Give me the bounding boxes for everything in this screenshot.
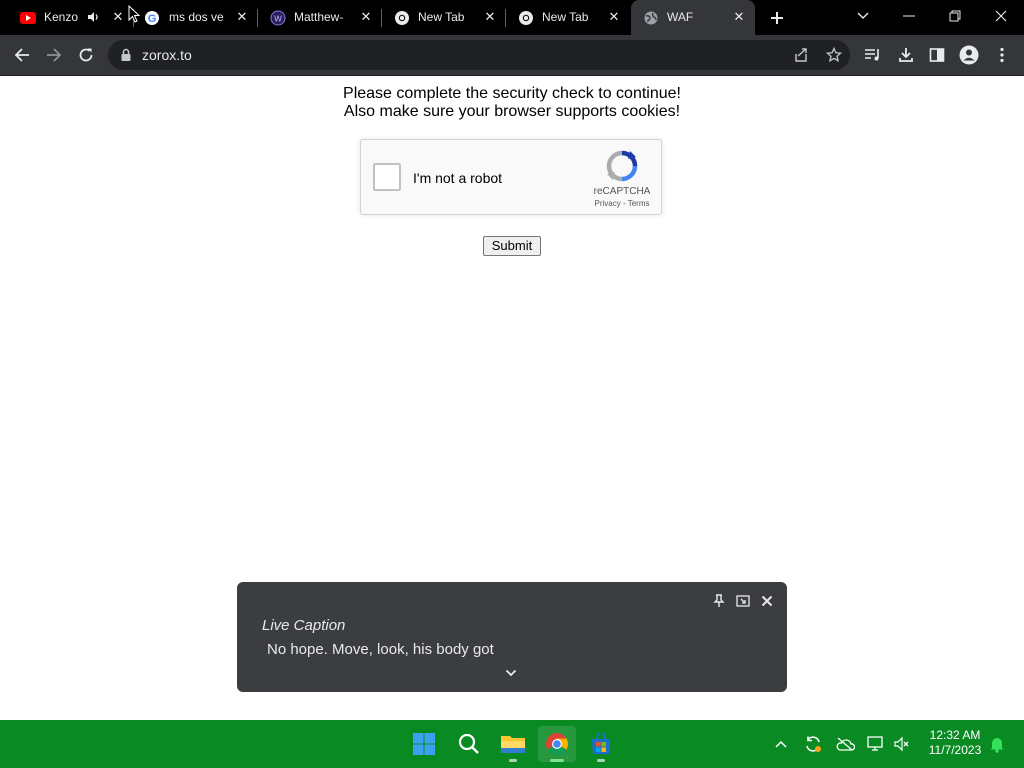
recaptcha-checkbox[interactable]	[373, 163, 401, 191]
close-window-icon[interactable]	[978, 0, 1024, 32]
running-indicator	[509, 759, 517, 762]
bookmark-star-icon[interactable]	[824, 45, 844, 65]
volume-muted-icon[interactable]	[892, 734, 912, 754]
tab-close-icon[interactable]: ✕	[234, 9, 250, 25]
address-bar[interactable]: zorox.to	[108, 40, 850, 70]
chrome-taskbar-icon[interactable]	[538, 726, 576, 762]
minimize-icon[interactable]	[886, 0, 932, 32]
mouse-cursor-icon	[128, 4, 141, 23]
new-tab-button[interactable]	[765, 6, 789, 30]
microsoft-store-icon[interactable]	[582, 726, 620, 762]
media-control-icon[interactable]	[859, 41, 887, 69]
tab-kenzo[interactable]: Kenzo ✕	[4, 0, 134, 35]
clock-date: 11/7/2023	[928, 743, 982, 757]
menu-kebab-icon[interactable]	[988, 41, 1016, 69]
chrome-icon	[518, 10, 534, 26]
search-icon[interactable]	[450, 726, 488, 762]
chevron-down-icon[interactable]	[502, 666, 520, 680]
tab-ms-dos[interactable]: G ms dos ve ✕	[134, 0, 258, 35]
restore-icon[interactable]	[932, 0, 978, 32]
clock-time: 12:32 AM	[929, 728, 981, 742]
tab-close-icon[interactable]: ✕	[358, 9, 374, 25]
lock-icon[interactable]	[120, 48, 132, 62]
tab-strip: Kenzo ✕ G ms dos ve ✕ W Matthew- ✕ New T…	[0, 0, 1024, 35]
tab-title: New Tab	[418, 10, 465, 24]
pin-icon[interactable]	[710, 592, 728, 610]
recaptcha-logo-icon	[606, 150, 638, 182]
share-icon[interactable]	[791, 45, 811, 65]
sync-icon[interactable]	[803, 734, 823, 754]
svg-text:G: G	[148, 13, 157, 25]
recaptcha-brand: reCAPTCHA	[593, 186, 651, 197]
google-icon: G	[144, 10, 160, 26]
notification-bell-icon[interactable]	[987, 734, 1007, 754]
youtube-icon	[20, 10, 36, 26]
page-content: Please complete the security check to co…	[0, 77, 1024, 720]
running-indicator	[597, 759, 605, 762]
live-caption-panel: Live Caption No hope. Move, look, his bo…	[237, 582, 787, 692]
tab-waf[interactable]: WAF ✕	[631, 0, 755, 35]
tab-new-tab-2[interactable]: New Tab ✕	[506, 0, 630, 35]
submit-button[interactable]: Submit	[483, 236, 541, 256]
browser-toolbar: zorox.to	[0, 35, 1024, 76]
windows-taskbar: 12:32 AM 11/7/2023	[0, 720, 1024, 768]
chrome-icon	[394, 10, 410, 26]
profile-avatar-icon[interactable]	[955, 41, 983, 69]
download-icon[interactable]	[892, 41, 920, 69]
cookie-message: Also make sure your browser supports coo…	[343, 103, 681, 120]
tab-close-icon[interactable]: ✕	[731, 9, 747, 25]
recaptcha-label: I'm not a robot	[413, 170, 503, 186]
tab-title: WAF	[667, 10, 694, 24]
tab-title: Kenzo	[44, 10, 78, 24]
tab-title: Matthew-	[294, 10, 344, 24]
reload-button[interactable]	[72, 41, 100, 69]
tab-matthew[interactable]: W Matthew- ✕	[258, 0, 382, 35]
tab-title: New Tab	[542, 10, 589, 24]
system-clock[interactable]: 12:32 AM 11/7/2023	[918, 728, 992, 758]
file-explorer-icon[interactable]	[494, 726, 532, 762]
close-caption-icon[interactable]	[758, 592, 776, 610]
tab-title: ms dos ve	[169, 10, 224, 24]
recaptcha-widget: I'm not a robot reCAPTCHA Privacy - Term…	[360, 139, 662, 215]
expand-icon[interactable]	[734, 592, 752, 610]
start-button-icon[interactable]	[405, 726, 443, 762]
svg-text:W: W	[274, 15, 282, 24]
tray-overflow-chevron-icon[interactable]	[771, 734, 791, 754]
recaptcha-link-separator: -	[622, 199, 626, 208]
onedrive-cloud-icon[interactable]	[835, 734, 855, 754]
forward-button[interactable]	[40, 41, 68, 69]
recaptcha-links: Privacy - Terms	[583, 199, 661, 209]
tab-close-icon[interactable]: ✕	[482, 9, 498, 25]
recaptcha-privacy-link[interactable]: Privacy	[595, 199, 621, 208]
tab-close-icon[interactable]: ✕	[606, 9, 622, 25]
tab-close-icon[interactable]: ✕	[110, 9, 126, 25]
tab-new-tab-1[interactable]: New Tab ✕	[382, 0, 506, 35]
tab-search-icon[interactable]	[840, 0, 886, 32]
speaker-icon[interactable]	[86, 10, 102, 26]
globe-icon	[643, 10, 659, 26]
live-caption-text: No hope. Move, look, his body got	[267, 641, 494, 658]
recaptcha-terms-link[interactable]: Terms	[628, 199, 650, 208]
side-panel-icon[interactable]	[923, 41, 951, 69]
security-check-message: Please complete the security check to co…	[343, 85, 681, 102]
url-text[interactable]: zorox.to	[142, 47, 192, 63]
live-caption-title: Live Caption	[262, 617, 346, 634]
back-button[interactable]	[8, 41, 36, 69]
running-indicator	[550, 759, 564, 762]
site-icon: W	[270, 10, 286, 26]
network-icon[interactable]	[866, 734, 886, 754]
